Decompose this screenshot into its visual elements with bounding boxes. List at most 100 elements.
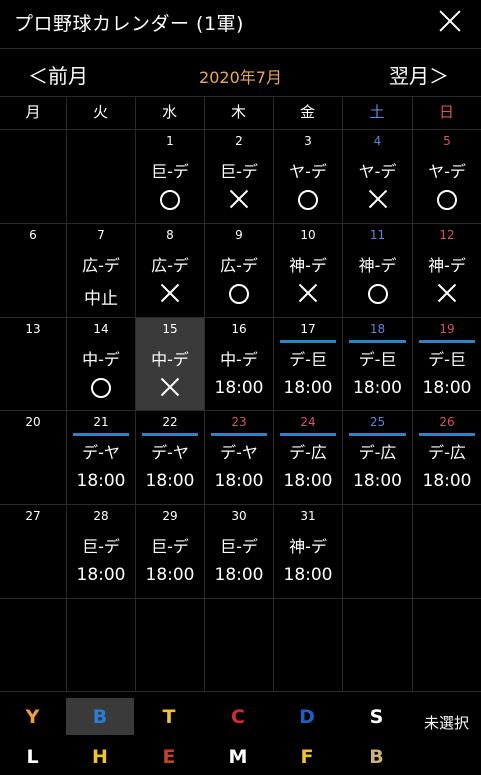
calendar-day[interactable]: 6 (0, 224, 66, 317)
close-icon[interactable] (437, 8, 463, 34)
matchup-label: ヤ-デ (428, 162, 466, 181)
calendar-day[interactable]: 25 デ-広 18:00 (343, 411, 412, 504)
game-time: 18:00 (283, 565, 333, 585)
day-number: 21 (93, 415, 109, 429)
home-game-bar (419, 340, 475, 343)
grid-line (0, 410, 481, 411)
grid-line (0, 96, 481, 97)
title-bar: プロ野球カレンダー (1軍) (0, 0, 481, 48)
calendar-day[interactable]: 14 中-デ (67, 318, 135, 410)
calendar-day (205, 599, 273, 691)
calendar-day[interactable]: 24 デ-広 18:00 (274, 411, 342, 504)
calendar-day[interactable]: 13 (0, 318, 66, 410)
calendar-day (136, 599, 204, 691)
day-number: 27 (25, 509, 41, 523)
day-number: 3 (304, 134, 312, 148)
win-circle-icon (413, 188, 481, 212)
calendar-day[interactable]: 9 広-デ (205, 224, 273, 317)
loss-cross-icon (343, 188, 412, 212)
day-number: 22 (162, 415, 178, 429)
calendar-day[interactable]: 5 ヤ-デ (413, 130, 481, 223)
calendar-day[interactable]: 10 神-デ (274, 224, 342, 317)
calendar-day[interactable]: 1 巨-デ (136, 130, 204, 223)
swallows-logo-icon[interactable]: S (342, 698, 411, 735)
weekday-5: 土 (369, 103, 385, 121)
circle-icon (437, 190, 457, 210)
loss-cross-icon (136, 376, 204, 400)
team-selector: YBTCDSLHEMFB (0, 691, 481, 773)
lions-logo-icon[interactable]: L (0, 738, 65, 775)
calendar-day[interactable]: 30 巨-デ 18:00 (205, 505, 273, 598)
calendar-day[interactable]: 31 神-デ 18:00 (274, 505, 342, 598)
calendar-day[interactable]: 21 デ-ヤ 18:00 (67, 411, 135, 504)
day-number: 7 (97, 228, 105, 242)
day-number: 25 (369, 415, 386, 429)
next-month-button[interactable]: 翌月＞ (389, 60, 449, 89)
calendar-day[interactable]: 18 デ-巨 18:00 (343, 318, 412, 410)
calendar-day[interactable]: 20 (0, 411, 66, 504)
calendar-day (0, 130, 66, 223)
giants-logo-icon[interactable]: Y (0, 698, 65, 735)
day-number: 14 (93, 322, 109, 336)
day-number: 31 (300, 509, 316, 523)
dragons-logo-icon[interactable]: D (273, 698, 341, 735)
day-number: 2 (235, 134, 243, 148)
day-number: 20 (25, 415, 41, 429)
marines-logo-icon[interactable]: M (204, 738, 272, 775)
calendar-day[interactable]: 3 ヤ-デ (274, 130, 342, 223)
calendar-day (67, 599, 135, 691)
cross-icon (297, 282, 319, 304)
loss-cross-icon (274, 282, 342, 306)
circle-icon (229, 284, 249, 304)
calendar-day[interactable]: 23 デ-ヤ 18:00 (205, 411, 273, 504)
tigers-logo-icon[interactable]: T (135, 698, 203, 735)
calendar-day[interactable]: 16 中-デ 18:00 (205, 318, 273, 410)
calendar-day[interactable]: 17 デ-巨 18:00 (274, 318, 342, 410)
calendar-day[interactable]: 27 (0, 505, 66, 598)
grid-line (66, 96, 67, 691)
baystars-logo-icon[interactable]: B (66, 698, 134, 735)
calendar-day[interactable]: 15 中-デ (136, 318, 204, 410)
calendar-day[interactable]: 4 ヤ-デ (343, 130, 412, 223)
home-game-bar (349, 433, 406, 436)
fighters-logo-icon[interactable]: F (273, 738, 341, 775)
matchup-label: 巨-デ (220, 537, 258, 556)
matchup-label: デ-ヤ (220, 443, 258, 462)
calendar-day[interactable]: 7 広-デ中止 (67, 224, 135, 317)
cross-icon (228, 188, 250, 210)
matchup-label: 巨-デ (82, 537, 120, 556)
circle-icon (160, 190, 180, 210)
grid-line (0, 691, 481, 692)
hawks-logo-icon[interactable]: H (66, 738, 134, 775)
buffaloes-logo-icon[interactable]: B (342, 738, 411, 775)
day-number: 12 (439, 228, 455, 242)
day-number: 9 (235, 228, 243, 242)
game-time: 18:00 (353, 471, 402, 491)
calendar-day[interactable]: 8 広-デ (136, 224, 204, 317)
day-number: 1 (166, 134, 174, 148)
calendar-day (413, 505, 481, 598)
day-number: 24 (300, 415, 316, 429)
calendar-day (413, 599, 481, 691)
matchup-label: デ-広 (358, 443, 397, 462)
matchup-label: 広-デ (82, 256, 120, 275)
day-number: 30 (231, 509, 247, 523)
calendar-day[interactable]: 12 神-デ (413, 224, 481, 317)
calendar-day[interactable]: 22 デ-ヤ 18:00 (136, 411, 204, 504)
eagles-logo-icon[interactable]: E (135, 738, 203, 775)
cross-icon (436, 282, 458, 304)
game-time: 中止 (84, 289, 118, 309)
calendar-day[interactable]: 28 巨-デ 18:00 (67, 505, 135, 598)
calendar-day[interactable]: 19 デ-巨 18:00 (413, 318, 481, 410)
home-game-bar (349, 340, 406, 343)
calendar-day[interactable]: 11 神-デ (343, 224, 412, 317)
matchup-label: 巨-デ (151, 537, 189, 556)
day-number: 15 (162, 322, 178, 336)
home-game-bar (280, 340, 336, 343)
calendar-day[interactable]: 26 デ-広 18:00 (413, 411, 481, 504)
calendar-day[interactable]: 29 巨-デ 18:00 (136, 505, 204, 598)
carp-logo-icon[interactable]: C (204, 698, 272, 735)
calendar-day[interactable]: 2 巨-デ (205, 130, 273, 223)
day-number: 13 (25, 322, 41, 336)
unselected-button[interactable]: 未選択 (412, 712, 481, 733)
